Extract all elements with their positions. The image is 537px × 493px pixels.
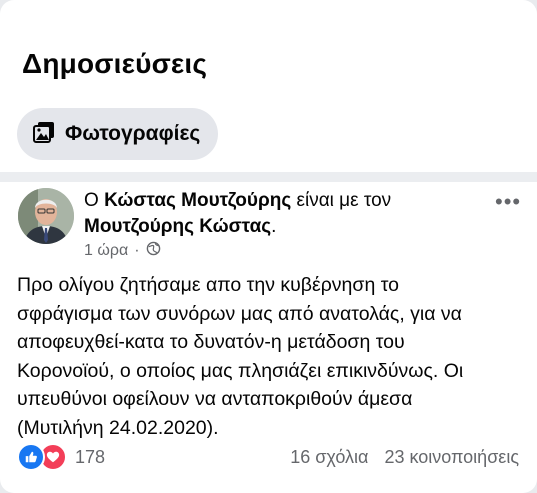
post-time-link[interactable]: 1 ώρα bbox=[84, 242, 128, 260]
author-name-link[interactable]: Κώστας Μουτζούρης bbox=[104, 190, 291, 211]
photos-filter-label: Φωτογραφίες bbox=[65, 122, 201, 145]
section-title: Δημοσιεύσεις bbox=[22, 48, 208, 79]
post-body-line: (Μυτιλήνη 24.02.2020). bbox=[17, 416, 219, 439]
post-body-line: Προ ολίγου ζητήσαμε απο την κυβέρνηση το bbox=[17, 274, 399, 296]
post-body: Προ ολίγου ζητήσαμε απο την κυβέρνηση το… bbox=[17, 271, 522, 442]
globe-icon bbox=[146, 241, 161, 261]
author-avatar[interactable] bbox=[18, 188, 74, 244]
shares-count-link[interactable]: 23 κοινοποιήσεις bbox=[384, 447, 519, 468]
meta-separator: · bbox=[134, 242, 140, 259]
reactions-summary[interactable]: 178 bbox=[17, 443, 105, 471]
comments-count-link[interactable]: 16 σχόλια bbox=[290, 447, 368, 468]
posts-card: Δημοσιεύσεις Φωτογραφίες Ο Κώστας Μουτζο… bbox=[0, 0, 537, 493]
photos-icon bbox=[33, 121, 55, 148]
reaction-count: 178 bbox=[75, 446, 106, 467]
like-reaction-icon bbox=[17, 443, 45, 471]
post-header: Ο Κώστας Μουτζούρης είναι με τον Μουτζού… bbox=[84, 188, 464, 240]
with-text: είναι με τον bbox=[296, 190, 392, 211]
post-body-line: αποφευχθεί-κατα το δυνατόν-η μετάδοση το… bbox=[17, 331, 405, 353]
post-body-line: υπευθύνοι οφείλουν να ανταποκριθούν άμεσ… bbox=[17, 388, 413, 410]
tagged-user-link[interactable]: Μουτζούρης Κώστας bbox=[84, 216, 271, 237]
post-meta: 1 ώρα · bbox=[84, 241, 161, 261]
post-body-line: Κορονοϊού, ο οποίος μας πλησιάζει επικιν… bbox=[17, 359, 464, 382]
tagged-suffix: . bbox=[271, 216, 277, 237]
section-divider bbox=[0, 172, 537, 182]
photos-filter-button[interactable]: Φωτογραφίες bbox=[17, 108, 219, 160]
engagement-stats: 16 σχόλια 23 κοινοποιήσεις bbox=[290, 447, 519, 468]
author-prefix: Ο bbox=[84, 190, 99, 211]
more-options-button[interactable]: ••• bbox=[495, 191, 521, 213]
post-body-line: σφράγισμα των συνόρων μας από ανατολάς, … bbox=[17, 302, 462, 325]
